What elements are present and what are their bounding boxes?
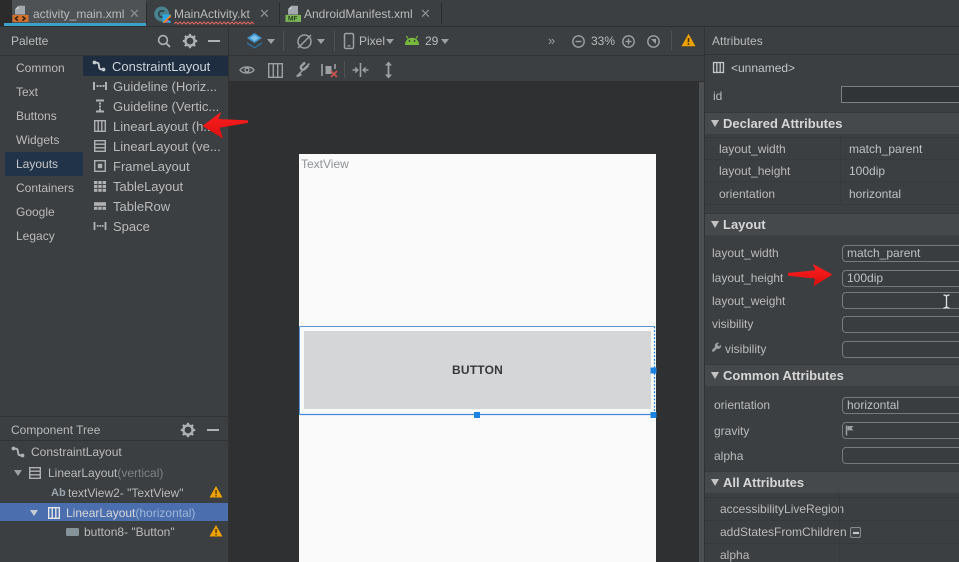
svg-text:MF: MF	[288, 16, 298, 22]
